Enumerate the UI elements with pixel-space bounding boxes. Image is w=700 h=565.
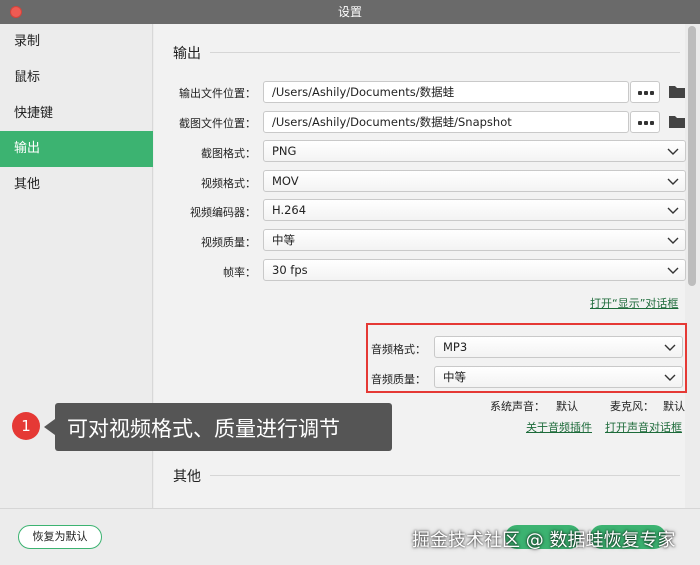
video-format-label: 视频格式：	[201, 177, 256, 190]
chevron-down-icon	[667, 267, 679, 274]
video-format-value: MOV	[272, 174, 299, 188]
screenshot-format-select[interactable]: PNG	[263, 140, 686, 162]
chevron-down-icon	[667, 178, 679, 185]
screenshot-format-label: 截图格式：	[201, 147, 256, 160]
sidebar-item-record[interactable]: 录制	[0, 24, 153, 60]
open-display-dialog-link[interactable]: 打开“显示”对话框	[590, 295, 678, 311]
browse-screenshot-button[interactable]	[630, 111, 660, 133]
callout-arrow	[44, 419, 55, 435]
frame-rate-value: 30 fps	[272, 263, 308, 277]
section-divider	[210, 52, 680, 53]
output-location-label: 输出文件位置：	[179, 87, 256, 100]
open-sound-dialog-link[interactable]: 打开声音对话框	[605, 419, 682, 435]
screenshot-location-label: 截图文件位置：	[179, 117, 256, 130]
microphone-value[interactable]: 默认	[663, 398, 685, 414]
screenshot-format-value: PNG	[272, 144, 297, 158]
audio-highlight-box	[366, 323, 687, 393]
reset-defaults-button[interactable]: 恢复为默认	[18, 525, 102, 549]
watermark: 掘金技术社区 @ 数据蛙恢复专家	[412, 530, 676, 551]
screenshot-location-field[interactable]: /Users/Ashily/Documents/数据蛙/Snapshot	[263, 111, 629, 133]
browse-output-button[interactable]	[630, 81, 660, 103]
scrollbar[interactable]	[688, 26, 696, 286]
callout-text: 可对视频格式、质量进行调节	[67, 417, 340, 441]
video-quality-select[interactable]: 中等	[263, 229, 686, 251]
video-encoder-value: H.264	[272, 203, 307, 217]
video-encoder-select[interactable]: H.264	[263, 199, 686, 221]
output-location-field[interactable]: /Users/Ashily/Documents/数据蛙	[263, 81, 629, 103]
folder-icon[interactable]	[668, 84, 686, 99]
system-sound-value[interactable]: 默认	[556, 398, 578, 414]
chevron-down-icon	[667, 207, 679, 214]
section-divider	[210, 475, 680, 476]
microphone-label: 麦克风：	[610, 400, 654, 413]
chevron-down-icon	[667, 148, 679, 155]
frame-rate-label: 帧率：	[223, 266, 256, 279]
frame-rate-select[interactable]: 30 fps	[263, 259, 686, 281]
video-encoder-label: 视频编码器：	[190, 206, 256, 219]
system-sound-label: 系统声音：	[490, 400, 545, 413]
folder-icon[interactable]	[668, 114, 686, 129]
step-badge: 1	[12, 412, 40, 440]
video-format-select[interactable]: MOV	[263, 170, 686, 192]
section-title-other: 其他	[173, 469, 201, 485]
chevron-down-icon	[667, 237, 679, 244]
video-quality-value: 中等	[272, 233, 295, 247]
section-title-output: 输出	[173, 46, 201, 62]
window-title: 设置	[337, 5, 362, 19]
video-quality-label: 视频质量：	[201, 236, 256, 249]
audio-plugin-link[interactable]: 关于音频插件	[526, 419, 592, 435]
